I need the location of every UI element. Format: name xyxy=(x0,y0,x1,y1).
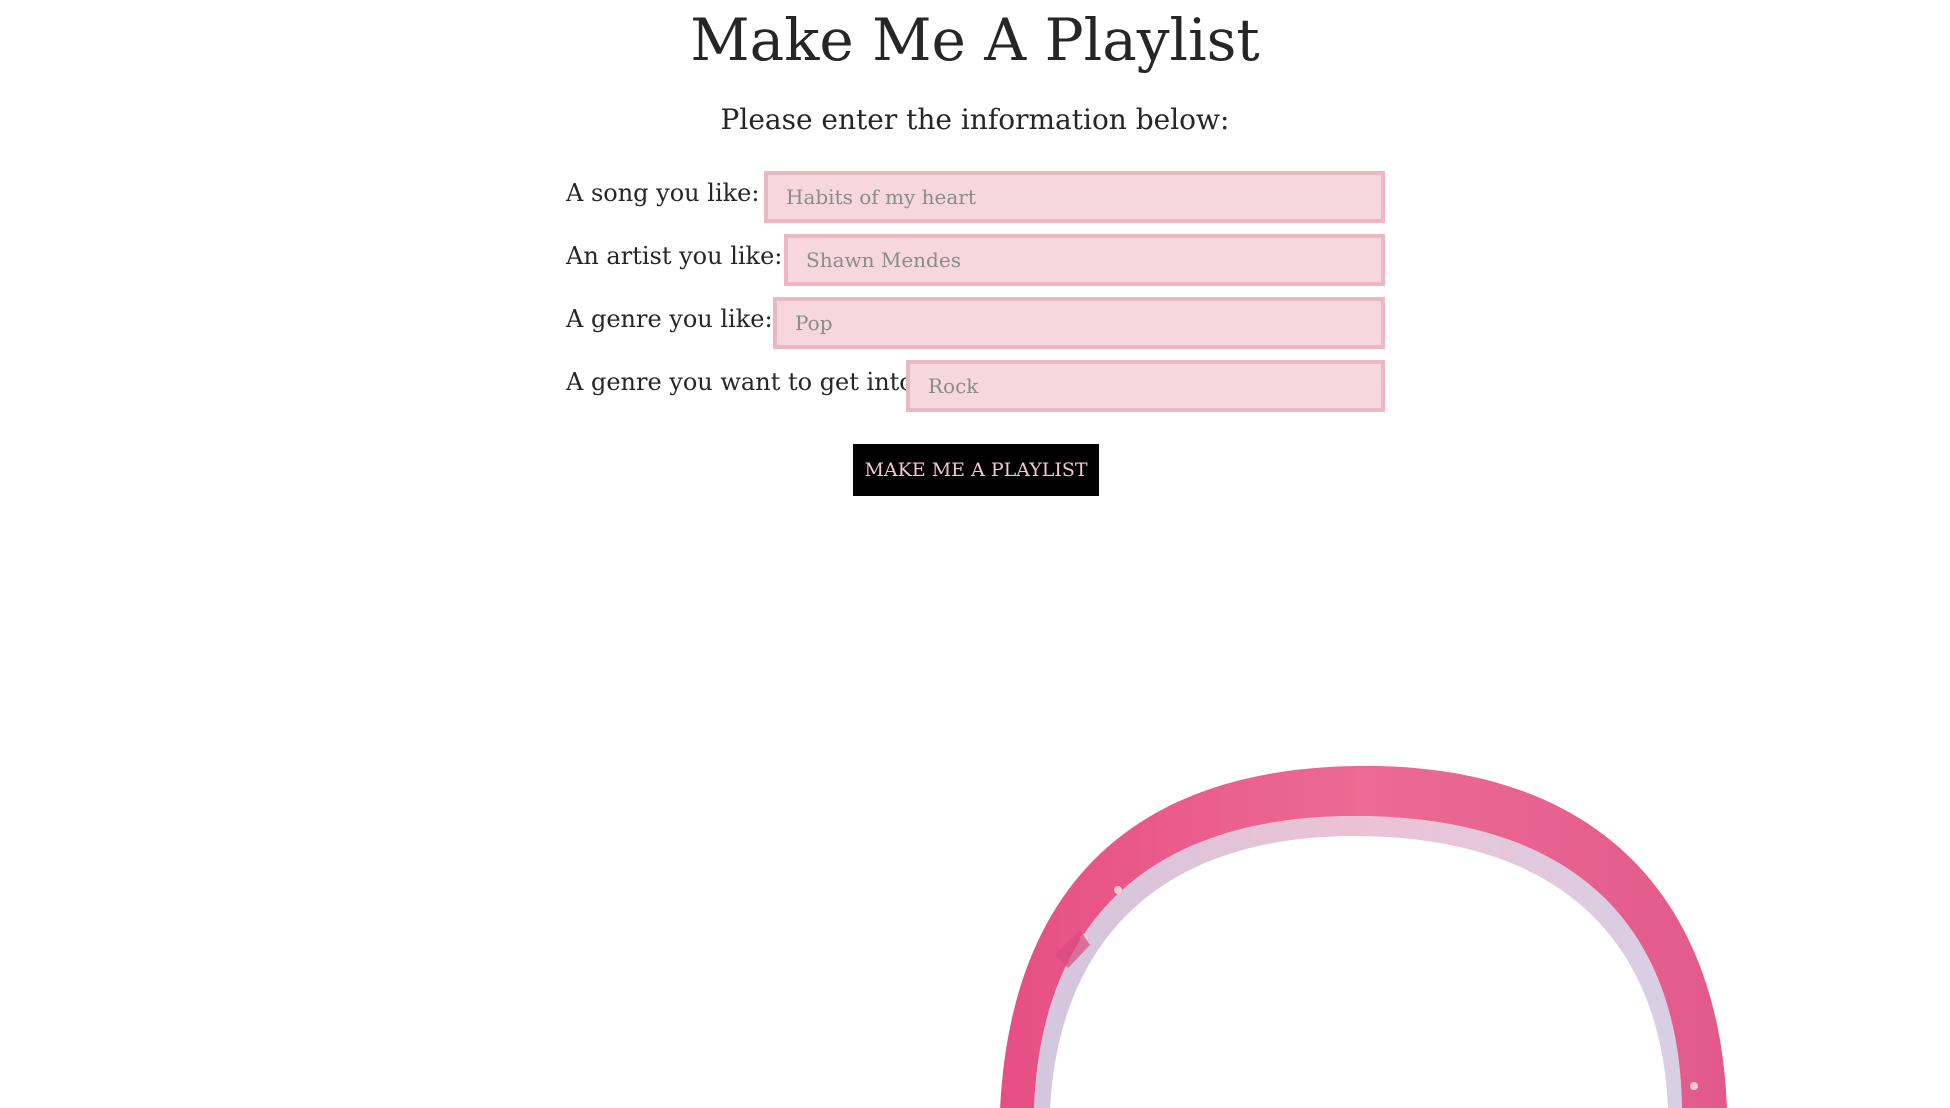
song-input[interactable] xyxy=(764,171,1385,223)
playlist-page: Make Me A Playlist Please enter the info… xyxy=(0,0,1950,1108)
artist-label: An artist you like: xyxy=(566,242,783,270)
song-label: A song you like: xyxy=(566,179,760,207)
new-genre-label: A genre you want to get into: xyxy=(566,368,922,396)
page-title: Make Me A Playlist xyxy=(690,6,1260,74)
genre-label: A genre you like: xyxy=(566,305,773,333)
genre-input[interactable] xyxy=(773,297,1385,349)
make-playlist-button[interactable]: MAKE ME A PLAYLIST xyxy=(853,444,1099,496)
headphones-image xyxy=(1000,765,1727,1108)
artist-input[interactable] xyxy=(784,234,1385,286)
new-genre-input[interactable] xyxy=(906,360,1385,412)
page-subtitle: Please enter the information below: xyxy=(720,103,1230,136)
